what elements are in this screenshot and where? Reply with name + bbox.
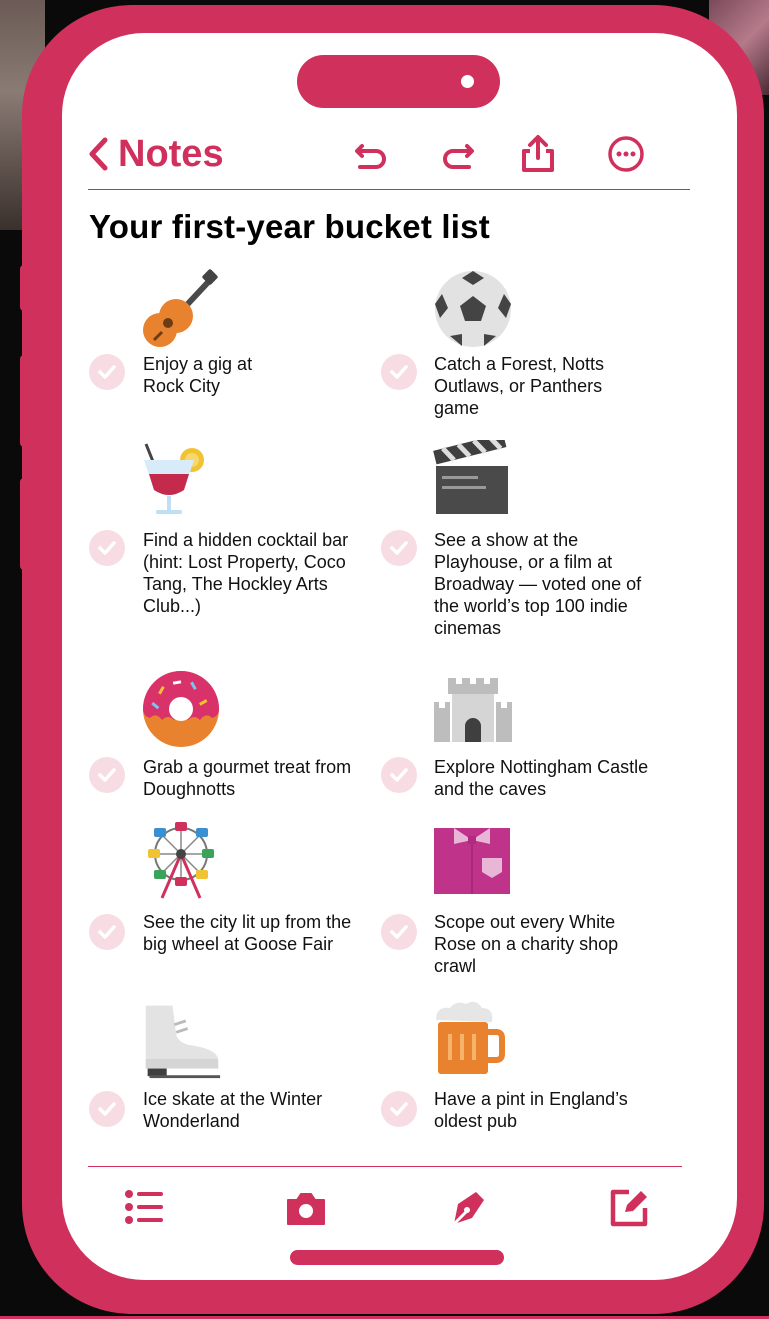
list-item-text: Grab a gourmet treat from Doughnotts <box>143 757 352 799</box>
share-icon[interactable] <box>518 134 558 174</box>
castle-icon <box>434 678 512 742</box>
list-item-text: Scope out every White Rose on a charity … <box>434 912 619 976</box>
list-item-text: Explore Nottingham Castle and the caves <box>434 757 649 799</box>
item-checkbox[interactable] <box>381 1091 417 1127</box>
list-item-text: Find a hidden cocktail bar (hint: Lost P… <box>143 530 349 616</box>
cocktail-icon <box>144 443 204 514</box>
list-item-text: Have a pint in England’s oldest pub <box>434 1089 628 1131</box>
beer-mug-icon <box>436 1001 505 1074</box>
checklist-icon[interactable] <box>122 1186 166 1230</box>
ferris-wheel-icon <box>148 822 214 899</box>
item-checkbox[interactable] <box>89 914 125 950</box>
item-checkbox[interactable] <box>89 1091 125 1127</box>
undo-icon[interactable] <box>352 134 392 174</box>
shirt-icon <box>434 828 510 894</box>
item-checkbox[interactable] <box>89 530 125 566</box>
chevron-left-icon <box>89 137 108 171</box>
markup-pen-icon[interactable] <box>446 1186 490 1230</box>
item-checkbox[interactable] <box>381 530 417 566</box>
item-checkbox[interactable] <box>89 757 125 793</box>
notes-toolbar: Notes <box>88 128 690 180</box>
ice-skate-icon <box>145 1005 221 1079</box>
camera-icon[interactable] <box>284 1186 328 1230</box>
item-checkbox[interactable] <box>381 914 417 950</box>
compose-icon[interactable] <box>607 1186 651 1230</box>
list-item-text: Enjoy a gig at Rock City <box>143 354 253 396</box>
list-item-text: Ice skate at the Winter Wonderland <box>143 1089 323 1131</box>
toolbar-divider <box>88 189 690 190</box>
more-icon[interactable] <box>606 134 646 174</box>
note-title: Your first-year bucket list <box>89 208 490 245</box>
item-checkbox[interactable] <box>381 757 417 793</box>
home-indicator[interactable] <box>290 1250 504 1265</box>
back-button[interactable]: Notes <box>88 128 224 180</box>
football-icon <box>435 271 511 347</box>
item-checkbox[interactable] <box>89 354 125 390</box>
dynamic-island <box>297 55 500 108</box>
list-item-text: Catch a Forest, Notts Outlaws, or Panthe… <box>434 354 605 418</box>
list-item-text: See a show at the Playhouse, or a film a… <box>434 530 642 638</box>
bottom-divider <box>88 1166 682 1167</box>
back-label: Notes <box>118 132 224 175</box>
doughnut-icon <box>143 671 219 747</box>
clapperboard-icon <box>433 440 508 514</box>
list-item-text: See the city lit up from the big wheel a… <box>143 912 352 954</box>
guitar-icon <box>143 269 218 347</box>
camera-dot <box>461 75 474 88</box>
redo-icon[interactable] <box>437 134 477 174</box>
item-checkbox[interactable] <box>381 354 417 390</box>
